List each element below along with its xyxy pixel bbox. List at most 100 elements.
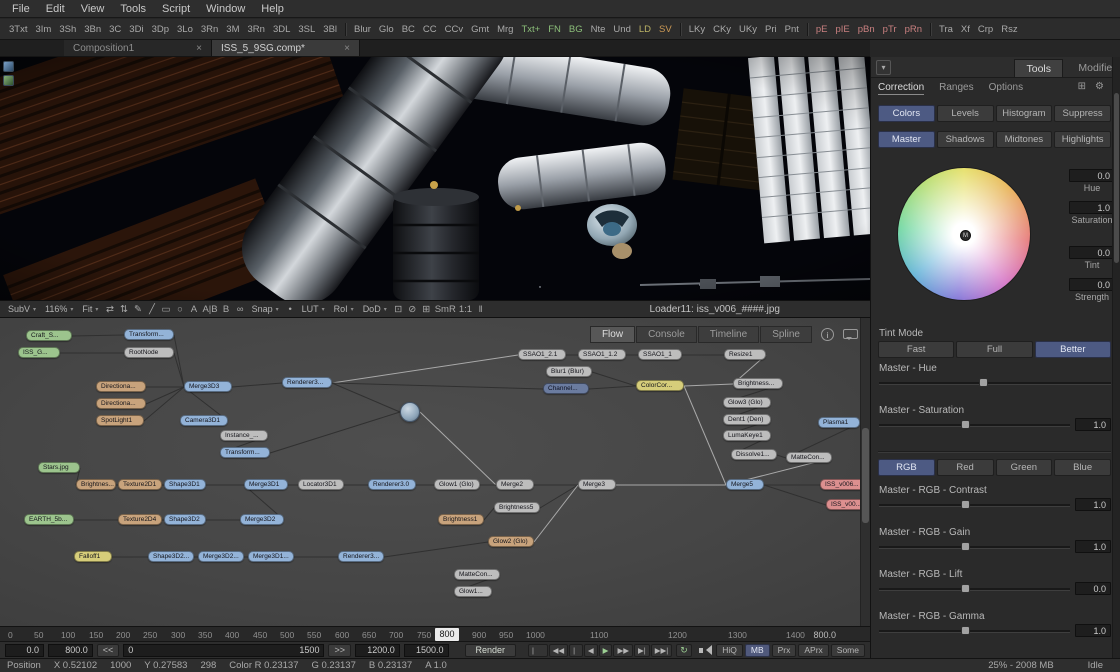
- slider-master-saturation-value[interactable]: 1.0: [1075, 418, 1111, 431]
- play-button[interactable]: ▶: [599, 644, 613, 657]
- tool-fn[interactable]: FN: [545, 22, 564, 37]
- time-ruler[interactable]: 800.0 0501001502002503003504004505005506…: [0, 626, 870, 641]
- flow-node-inst1[interactable]: Instance_...: [220, 430, 268, 441]
- close-tab-icon[interactable]: ×: [338, 43, 350, 54]
- param-hue-value[interactable]: 0.0: [1069, 169, 1115, 182]
- audio-icon[interactable]: [698, 644, 712, 657]
- flow-node-merge3d11[interactable]: Merge3D1...: [248, 551, 294, 562]
- menu-tools[interactable]: Tools: [112, 2, 154, 16]
- loop-button[interactable]: ↻: [676, 644, 692, 657]
- flow-editor[interactable]: Craft_S...Transform...ISS_G...RootNodeDi…: [0, 318, 870, 626]
- flow-node-channel1[interactable]: Channel...: [543, 383, 589, 394]
- flow-node-rend1[interactable]: Renderer3...: [338, 551, 384, 562]
- info-icon[interactable]: i: [821, 328, 834, 341]
- gear-icon[interactable]: ⚙: [1095, 81, 1104, 92]
- toggle-mb[interactable]: MB: [745, 644, 770, 657]
- flow-node-bigdot[interactable]: [400, 402, 420, 422]
- smooth-resize-button[interactable]: SmR: [434, 303, 457, 316]
- tool-rsz[interactable]: Rsz: [998, 22, 1020, 37]
- fast-forward-button[interactable]: ▶▶: [613, 644, 633, 657]
- subview-dropdown[interactable]: SubV▾: [4, 303, 40, 315]
- tool-3m[interactable]: 3M: [223, 22, 242, 37]
- channel-red[interactable]: Red: [937, 459, 994, 476]
- flow-node-falloff1[interactable]: Falloff1: [74, 551, 112, 562]
- flow-node-glow3[interactable]: Glow3 (Glo): [723, 397, 771, 408]
- toggle-aprx[interactable]: APrx: [798, 644, 828, 657]
- play-reverse-button[interactable]: ◀: [584, 644, 598, 657]
- menu-file[interactable]: File: [4, 2, 38, 16]
- buffer-ab-button[interactable]: A|B: [201, 303, 218, 316]
- band-shadows[interactable]: Shadows: [937, 131, 994, 148]
- menu-window[interactable]: Window: [198, 2, 253, 16]
- view-colors[interactable]: Colors: [878, 105, 935, 122]
- tool-3lo[interactable]: 3Lo: [174, 22, 196, 37]
- tool-ptr[interactable]: pTr: [880, 22, 900, 37]
- slider-master-rgb-gain-value[interactable]: 1.0: [1075, 540, 1111, 553]
- viewer-layout-icon[interactable]: [3, 75, 14, 86]
- tool-uky[interactable]: UKy: [736, 22, 760, 37]
- flow-node-shape21[interactable]: Shape3D2...: [148, 551, 194, 562]
- checker-underlay-icon[interactable]: ⊞: [420, 303, 433, 316]
- flow-node-craft[interactable]: Craft_S...: [26, 330, 72, 341]
- jump-start-button[interactable]: <<: [97, 644, 120, 657]
- subtab-ranges[interactable]: Ranges: [939, 82, 973, 95]
- panel-scrollbar[interactable]: [1112, 57, 1120, 658]
- flow-node-shape2[interactable]: Shape3D2: [164, 514, 206, 525]
- render-button[interactable]: Render: [465, 644, 517, 657]
- subtab-options[interactable]: Options: [989, 82, 1023, 95]
- tool-prn[interactable]: pRn: [902, 22, 925, 37]
- tool-bg[interactable]: BG: [566, 22, 586, 37]
- show-controls-icon[interactable]: ⊘: [406, 303, 419, 316]
- tool-3sh[interactable]: 3Sh: [56, 22, 79, 37]
- flow-node-issg[interactable]: ISS_G...: [18, 347, 60, 358]
- flow-tab-timeline[interactable]: Timeline: [698, 326, 759, 343]
- panel-scrollbar-thumb[interactable]: [1114, 93, 1119, 263]
- flow-node-merge5[interactable]: Merge5: [726, 479, 764, 490]
- flow-node-shape1[interactable]: Shape3D1: [164, 479, 206, 490]
- view-suppress[interactable]: Suppress: [1054, 105, 1111, 122]
- color-wheel[interactable]: M: [897, 167, 1031, 301]
- toggle-hiq[interactable]: HiQ: [716, 644, 743, 657]
- flow-node-ssao11[interactable]: SSAO1_1: [638, 349, 682, 360]
- flow-node-mattecon2[interactable]: MatteCon...: [454, 569, 500, 580]
- color-sample-icon[interactable]: •: [284, 303, 297, 316]
- iss-viewer-image[interactable]: [0, 57, 870, 300]
- flow-node-bright5[interactable]: Brightness5: [494, 502, 540, 513]
- param-strength-value[interactable]: 0.0: [1069, 278, 1115, 291]
- tool-gmt[interactable]: Gmt: [468, 22, 492, 37]
- tool-nte[interactable]: Nte: [588, 22, 609, 37]
- tool-pie[interactable]: pIE: [833, 22, 853, 37]
- channel-rgb[interactable]: RGB: [878, 459, 935, 476]
- grid-icon[interactable]: ⊞: [1078, 81, 1086, 92]
- slider-thumb[interactable]: [961, 626, 970, 635]
- flow-node-lumakey1[interactable]: LumaKeye1: [723, 430, 771, 441]
- dod-dropdown[interactable]: DoD▾: [359, 303, 391, 315]
- tool-und[interactable]: Und: [610, 22, 633, 37]
- tool-blur[interactable]: Blur: [351, 22, 374, 37]
- view-levels[interactable]: Levels: [937, 105, 994, 122]
- flow-node-rend0[interactable]: Renderer3.0: [368, 479, 416, 490]
- snap-dropdown[interactable]: Snap▾: [248, 303, 283, 315]
- circle-tool-icon[interactable]: ○: [173, 303, 186, 316]
- flip-horizontal-icon[interactable]: ⇄: [103, 303, 116, 316]
- tab-composition1[interactable]: Composition1×: [64, 40, 212, 56]
- flow-node-tex4[interactable]: Texture2D4: [118, 514, 162, 525]
- playhead[interactable]: 800: [435, 628, 459, 641]
- line-tool-icon[interactable]: ╱: [145, 303, 158, 316]
- flow-node-dir1[interactable]: Directiona...: [96, 381, 146, 392]
- tool-3bn[interactable]: 3Bn: [81, 22, 104, 37]
- flow-node-merge3d3[interactable]: Merge3D3: [184, 381, 232, 392]
- slider-thumb[interactable]: [961, 420, 970, 429]
- band-midtones[interactable]: Midtones: [996, 131, 1053, 148]
- flow-node-bright2[interactable]: Brightness...: [733, 378, 783, 389]
- tool-3im[interactable]: 3Im: [32, 22, 54, 37]
- flow-node-plasma1[interactable]: Plasma1: [818, 417, 860, 428]
- flow-node-stars[interactable]: Stars.jpg: [38, 462, 80, 473]
- view-histogram[interactable]: Histogram: [996, 105, 1053, 122]
- slider-master-rgb-gamma[interactable]: [879, 626, 1070, 636]
- slider-master-rgb-gain[interactable]: [879, 542, 1070, 552]
- fit-dropdown[interactable]: Fit▾: [78, 303, 102, 315]
- menu-help[interactable]: Help: [253, 2, 292, 16]
- channel-blue[interactable]: Blue: [1054, 459, 1111, 476]
- flow-scrollbar[interactable]: [860, 318, 870, 626]
